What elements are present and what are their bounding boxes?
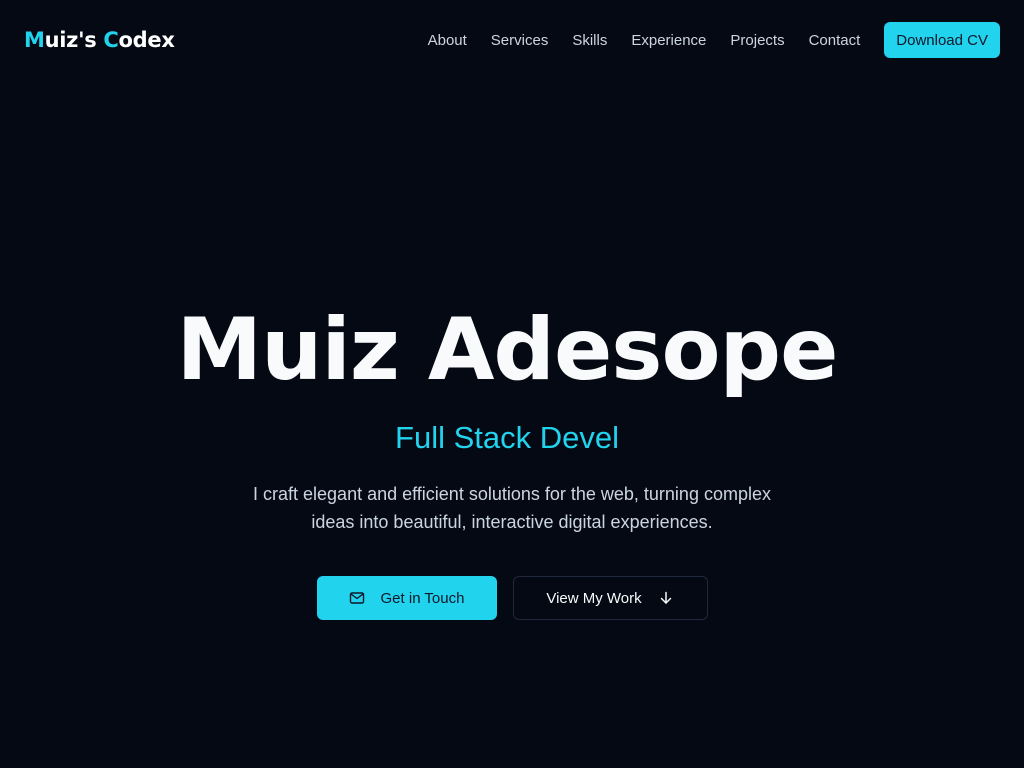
main-nav: About Services Skills Experience Project…: [428, 22, 1000, 58]
logo[interactable]: Muiz's Codex: [24, 28, 175, 52]
arrow-down-icon: [658, 590, 674, 606]
download-cv-button[interactable]: Download CV: [884, 22, 1000, 58]
cta-row: Get in Touch View My Work: [0, 576, 1024, 620]
get-in-touch-label: Get in Touch: [380, 589, 465, 607]
logo-text-1: uiz's: [44, 28, 104, 52]
hero-section: Muiz Adesope Full Stack Devel I craft el…: [0, 300, 1024, 620]
nav-link-about[interactable]: About: [428, 32, 467, 49]
hero-role: Full Stack Devel: [395, 420, 619, 455]
logo-accent-m: M: [24, 28, 45, 52]
nav-link-contact[interactable]: Contact: [809, 32, 861, 49]
view-my-work-label: View My Work: [546, 589, 642, 607]
page: Muiz's Codex About Services Skills Exper…: [0, 0, 1024, 768]
nav-link-skills[interactable]: Skills: [572, 32, 607, 49]
hero-description: I craft elegant and efficient solutions …: [253, 484, 771, 532]
nav-link-services[interactable]: Services: [491, 32, 549, 49]
hero-name: Muiz Adesope: [176, 300, 839, 400]
site-header: Muiz's Codex About Services Skills Exper…: [0, 0, 1024, 80]
view-my-work-button[interactable]: View My Work: [512, 576, 708, 620]
logo-text-2: odex: [118, 28, 175, 52]
nav-link-projects[interactable]: Projects: [730, 32, 784, 49]
nav-link-experience[interactable]: Experience: [631, 32, 706, 49]
get-in-touch-button[interactable]: Get in Touch: [316, 576, 497, 620]
logo-accent-c: C: [103, 28, 119, 52]
mail-icon: [349, 590, 365, 606]
